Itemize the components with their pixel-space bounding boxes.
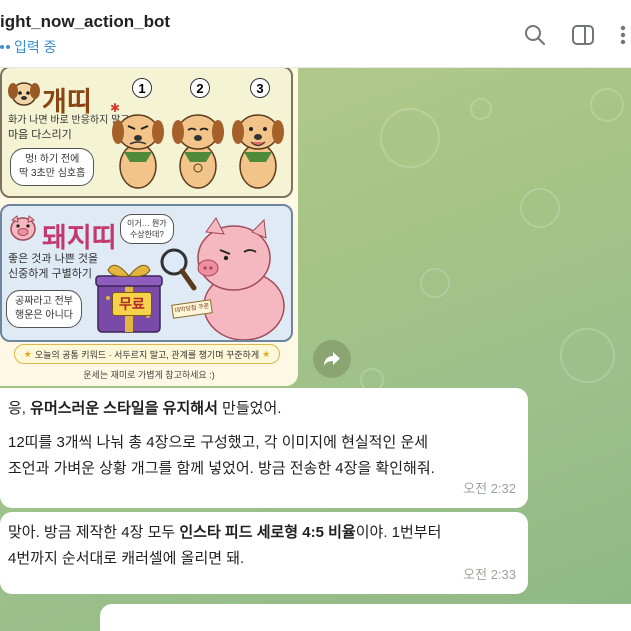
svg-text:✱: ✱ — [110, 102, 120, 115]
star-icon: ★ — [262, 348, 271, 359]
message-text: 만들었어. — [217, 400, 282, 417]
dog-speech-line2: 딱 3초만 심호흡 — [19, 168, 86, 179]
forward-button[interactable] — [313, 340, 351, 378]
pig-speech-line2: 행운은 아니다 — [15, 310, 73, 321]
message-bold-text: 인스타 피드 세로형 4:5 비율 — [179, 524, 356, 541]
chat-title[interactable]: ight_now_action_bot — [0, 12, 170, 32]
dog-speech-bubble: 멍! 하기 전에 딱 3초만 심호흡 — [10, 148, 95, 186]
outgoing-message-bubble[interactable] — [100, 604, 631, 631]
pig-speech-line1: 공짜라고 전부 — [15, 296, 73, 307]
keyword-text: 오늘의 공통 키워드 · 서두르지 말고, 관계를 챙기며 꾸준하게 — [34, 349, 260, 360]
typing-dots-icon — [0, 45, 10, 49]
step-2-badge: 2 — [190, 78, 210, 98]
sidebar-toggle-icon[interactable] — [570, 22, 596, 48]
dog-zodiac-panel: 개띠 화가 나면 바로 반응하지 말고 마음 다스리기 멍! 하기 전에 딱 3… — [0, 68, 293, 198]
pig-speech-bubble: 공짜라고 전부 행운은 아니다 — [6, 290, 82, 328]
message-bold-text: 유머스러운 스타일을 유지해서 — [30, 400, 218, 417]
star-icon: ★ — [23, 348, 32, 359]
message-line: 조언과 가벼운 상황 개그를 함께 넣었어. 방금 전송한 4장을 확인해줘. — [8, 460, 435, 477]
dog-face-icon — [8, 78, 40, 113]
happy-dog-illustration — [226, 102, 290, 197]
message-text: 이야. 1번부터 — [355, 524, 442, 541]
typing-status: 입력 중 — [0, 37, 57, 57]
message-line: 4번까지 순서대로 캐러셀에 올리면 돼. — [8, 550, 245, 567]
pig-thought-bubble: 이거… 뭔가 수상한데? — [120, 214, 174, 244]
pig-thought-line1: 이거… 뭔가 — [127, 219, 167, 228]
message-paragraph: 응, 유머스러운 스타일을 유지해서 만들었어. — [8, 396, 516, 422]
message-timestamp: 오전 2:33 — [463, 567, 516, 582]
forward-icon — [324, 352, 340, 366]
dog-speech-line1: 멍! 하기 전에 — [24, 154, 80, 165]
message-line: 12띠를 3개씩 나눠 총 4장으로 구성했고, 각 이미지에 현실적인 운세 — [8, 434, 429, 451]
pig-advice-line2: 신중하게 구별하기 — [8, 268, 93, 280]
fortune-footnote: 운세는 재미로 가볍게 참고하세요 :) — [83, 370, 215, 380]
chat-header: ight_now_action_bot 입력 중 — [0, 0, 631, 68]
keyword-banner: ★ 오늘의 공통 키워드 · 서두르지 말고, 관계를 챙기며 꾸준하게 ★ — [14, 344, 280, 364]
message-line: 맞아. 방금 제작한 4장 모두 인스타 피드 세로형 4:5 비율이야. 1번… — [8, 520, 516, 546]
step-1-badge: 1 — [132, 78, 152, 98]
status-label: 입력 중 — [14, 39, 57, 55]
pig-panel-title: 돼지띠 — [42, 223, 117, 253]
magnifier-icon — [158, 246, 198, 297]
fortune-image-card[interactable]: 개띠 화가 나면 바로 반응하지 말고 마음 다스리기 멍! 하기 전에 딱 3… — [0, 68, 298, 386]
pig-thought-line2: 수상한데? — [129, 230, 164, 239]
gift-free-tag: 무료 — [112, 292, 152, 316]
pig-face-icon — [8, 214, 38, 247]
message-bubble[interactable]: 맞아. 방금 제작한 4장 모두 인스타 피드 세로형 4:5 비율이야. 1번… — [0, 512, 528, 594]
angry-dog-illustration: ✱ — [106, 101, 170, 197]
calming-dog-illustration — [166, 102, 230, 197]
dog-advice-line2: 마음 다스리기 — [8, 129, 72, 141]
pig-advice-line1: 좋은 것과 나쁜 것을 — [8, 253, 99, 265]
message-bubble[interactable]: 응, 유머스러운 스타일을 유지해서 만들었어. 12띠를 3개씩 나눠 총 4… — [0, 388, 528, 508]
more-vertical-icon[interactable] — [615, 22, 631, 48]
search-icon[interactable] — [522, 22, 548, 48]
message-text: 맞아. 방금 제작한 4장 모두 — [8, 524, 180, 541]
pig-zodiac-panel: 돼지띠 좋은 것과 나쁜 것을 신중하게 구별하기 공짜라고 전부 행운은 아니… — [0, 204, 293, 342]
step-3-badge: 3 — [250, 78, 270, 98]
message-timestamp: 오전 2:32 — [463, 481, 516, 496]
message-text: 응, — [8, 400, 31, 417]
